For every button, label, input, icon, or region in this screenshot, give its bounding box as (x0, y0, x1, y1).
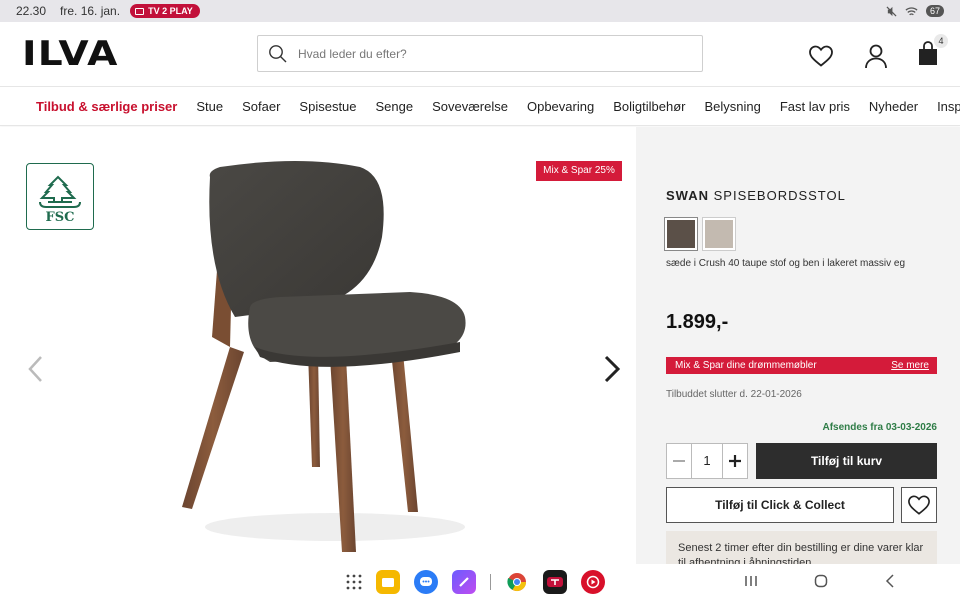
quantity-decrease-button[interactable] (667, 444, 691, 478)
nav-item-fast-lav-pris[interactable]: Fast lav pris (780, 99, 850, 114)
plus-icon (729, 455, 741, 467)
tv2-app-icon[interactable] (543, 570, 567, 594)
nav-item-inspiration[interactable]: Inspiration (937, 99, 960, 114)
nav-item-sofaer[interactable]: Sofaer (242, 99, 280, 114)
nav-item-senge[interactable]: Senge (376, 99, 414, 114)
promo-see-more-link[interactable]: Se mere (891, 357, 929, 374)
fsc-label: FSC (45, 210, 75, 225)
gallery-prev-arrow-icon[interactable] (26, 355, 44, 383)
chat-bubble-icon (420, 577, 432, 586)
chrome-app-icon[interactable] (505, 570, 529, 594)
pen-icon (459, 577, 469, 587)
minus-icon (673, 460, 685, 462)
fsc-certification-logo: FSC (26, 163, 94, 230)
quantity-increase-button[interactable] (723, 444, 747, 478)
system-status-bar: 22.30 fre. 16. jan. TV 2 PLAY 67 (0, 0, 960, 22)
add-to-wishlist-button[interactable] (901, 487, 937, 523)
tv2-play-badge[interactable]: TV 2 PLAY (130, 4, 200, 18)
product-details-panel: SWAN SPISEBORDSSTOL sæde i Crush 40 taup… (636, 127, 960, 571)
product-image-chair[interactable] (160, 157, 490, 557)
app-drawer-icon[interactable] (346, 574, 362, 590)
home-icon[interactable] (814, 574, 828, 588)
play-icon (586, 575, 600, 589)
messages-app-icon[interactable] (414, 570, 438, 594)
cart-count-badge: 4 (934, 34, 948, 48)
nav-item-belysning[interactable]: Belysning (704, 99, 760, 114)
search-icon (269, 44, 287, 62)
quantity-stepper: 1 (666, 443, 748, 479)
search-input[interactable] (298, 46, 658, 61)
variant-description: sæde i Crush 40 taupe stof og ben i lake… (666, 258, 906, 269)
ilva-logo[interactable]: ILVA (22, 37, 119, 71)
files-app-icon[interactable] (376, 570, 400, 594)
search-bar[interactable] (257, 35, 703, 72)
status-time: 22.30 (16, 4, 47, 18)
heart-icon (908, 495, 930, 515)
product-type: SPISEBORDSSTOL (709, 188, 846, 203)
status-icons: 67 (886, 5, 944, 17)
product-title: SWAN SPISEBORDSSTOL (666, 188, 846, 203)
nav-item-boligtilbehor[interactable]: Boligtilbehør (613, 99, 685, 114)
tv2-play-label: TV 2 PLAY (148, 6, 193, 16)
fsc-tree-icon (39, 175, 81, 208)
gallery-next-arrow-icon[interactable] (602, 355, 622, 383)
tv2-play-app-icon[interactable] (581, 570, 605, 594)
tv2-logo-icon (547, 577, 563, 587)
color-swatch-taupe[interactable] (664, 217, 698, 251)
promo-text: Mix & Spar dine drømmemøbler (675, 360, 817, 371)
color-swatch-beige[interactable] (702, 217, 736, 251)
notes-app-icon[interactable] (452, 570, 476, 594)
click-collect-button[interactable]: Tilføj til Click & Collect (666, 487, 894, 523)
battery-indicator: 67 (925, 5, 944, 17)
cart-button[interactable]: 4 (918, 34, 948, 71)
screen-icon (135, 7, 145, 15)
product-price: 1.899,- (666, 311, 729, 333)
nav-item-opbevaring[interactable]: Opbevaring (527, 99, 594, 114)
account-user-icon[interactable] (864, 43, 888, 69)
app-dock (346, 570, 605, 594)
dock-divider (490, 574, 491, 590)
nav-item-tilbud[interactable]: Tilbud & særlige priser (36, 99, 177, 114)
system-navigation-bar (0, 564, 960, 600)
add-to-cart-button[interactable]: Tilføj til kurv (756, 443, 937, 479)
product-gallery: FSC Mix & Spar 25% (0, 127, 636, 564)
nav-item-nyheder[interactable]: Nyheder (869, 99, 918, 114)
wifi-icon (905, 6, 918, 15)
main-navigation: Tilbud & særlige priser Stue Sofaer Spis… (0, 86, 960, 126)
nav-item-sovevaerelse[interactable]: Soveværelse (432, 99, 508, 114)
nav-item-spisestue[interactable]: Spisestue (299, 99, 356, 114)
back-icon[interactable] (884, 574, 896, 588)
quantity-value[interactable]: 1 (691, 444, 723, 478)
nav-item-stue[interactable]: Stue (196, 99, 223, 114)
status-date: fre. 16. jan. (60, 4, 121, 18)
site-header: ILVA 4 (0, 22, 960, 86)
chrome-icon (507, 573, 526, 592)
product-name: SWAN (666, 188, 709, 203)
shipping-date: Afsendes fra 03-03-2026 (822, 422, 937, 433)
folder-icon (382, 578, 394, 587)
wishlist-heart-icon[interactable] (808, 44, 834, 68)
promo-banner: Mix & Spar dine drømmemøbler Se mere (666, 357, 937, 374)
header-icons: 4 (808, 34, 948, 71)
offer-end-date: Tilbuddet slutter d. 22-01-2026 (666, 389, 802, 400)
mute-icon (886, 5, 897, 17)
recent-apps-icon[interactable] (744, 574, 758, 588)
android-nav-buttons (744, 574, 896, 588)
mix-spar-badge: Mix & Spar 25% (536, 161, 622, 181)
